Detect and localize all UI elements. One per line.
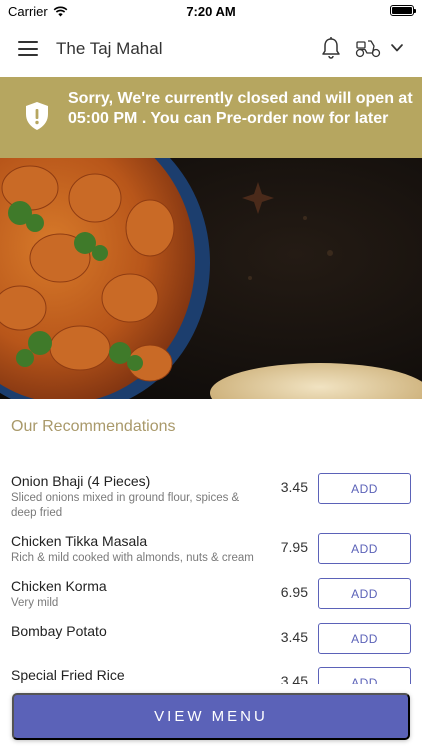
menu-item-name: Chicken Korma [11, 578, 107, 594]
curry-dish-illustration [0, 158, 422, 399]
add-button[interactable]: ADD [318, 578, 411, 609]
menu-item-description: Very mild [11, 597, 59, 609]
clock: 7:20 AM [186, 4, 236, 19]
menu-item-price: 6.95 [280, 584, 308, 600]
shield-alert-icon [26, 102, 48, 130]
bell-icon[interactable] [320, 36, 342, 60]
menu-item-price: 3.45 [280, 479, 308, 495]
view-menu-button[interactable]: VIEW MENU [12, 693, 410, 740]
menu-item-name: Chicken Tikka Masala [11, 533, 148, 549]
menu-item-description: Rich & mild cooked with almonds, nuts & … [11, 552, 254, 564]
menu-item-name: Special Fried Rice [11, 667, 125, 683]
app-header: The Taj Mahal [0, 22, 422, 77]
scooter-icon[interactable] [355, 37, 381, 59]
add-button[interactable]: ADD [318, 623, 411, 654]
restaurant-name: The Taj Mahal [56, 39, 163, 58]
menu-item-name: Onion Bhaji (4 Pieces) [11, 473, 151, 489]
section-title: Our Recommendations [11, 418, 176, 435]
menu-item-price: 3.45 [280, 629, 308, 645]
status-bar: Carrier 7:20 AM [0, 0, 422, 22]
menu-item-name: Bombay Potato [11, 623, 107, 639]
closed-notice-banner: Sorry, We're currently closed and will o… [0, 77, 422, 158]
menu-icon[interactable] [18, 41, 38, 56]
closed-notice-text: Sorry, We're currently closed and will o… [68, 90, 413, 127]
menu-item-description: Sliced onions mixed in ground flour, spi… [11, 492, 240, 519]
battery-icon [390, 5, 416, 16]
chevron-down-icon[interactable] [390, 41, 404, 55]
menu-item-price: 7.95 [280, 539, 308, 555]
add-button[interactable]: ADD [318, 533, 411, 564]
hero-food-image [0, 158, 422, 399]
add-button[interactable]: ADD [318, 473, 411, 504]
